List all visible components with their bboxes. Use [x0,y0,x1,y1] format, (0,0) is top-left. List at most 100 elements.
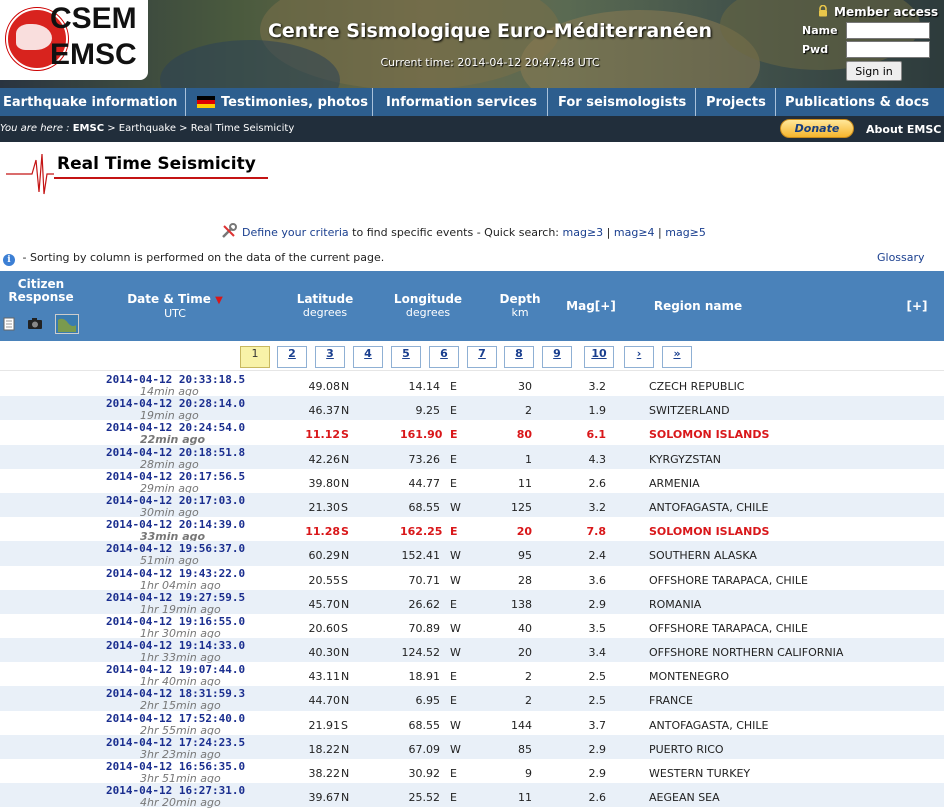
about-emsc-link[interactable]: About EMSC [866,123,941,136]
csem-emsc-logo[interactable]: CSEM EMSC [0,0,148,80]
map-thumbnail-icon[interactable] [55,314,79,334]
event-lat-hemisphere: S [341,621,348,635]
donate-button[interactable]: Donate [780,119,854,138]
event-region: SWITZERLAND [649,404,730,418]
nav-testimonies-photos[interactable]: Testimonies, photos [186,88,373,116]
table-row[interactable]: 2014-04-12 20:33:18.5 14min ago 49.08 N 14.1… [0,372,944,398]
col-region-name[interactable]: Region name [648,300,748,313]
table-row[interactable]: 2014-04-12 17:24:23.5 3hr 23min ago 18.22 N… [0,734,944,761]
event-lat-hemisphere: N [341,742,350,756]
table-row[interactable]: 2014-04-12 20:14:39.0 33min ago 11.28 S 162.… [0,517,944,543]
event-longitude: 70.89 [408,621,441,635]
separator: | [603,226,614,239]
define-criteria-link[interactable]: Define your criteria [242,226,349,239]
table-row[interactable]: 2014-04-12 19:14:33.0 1hr 33min ago 40.30 N… [0,638,944,664]
table-row[interactable]: 2014-04-12 19:07:44.0 1hr 40min ago 43.11 N… [0,662,944,688]
event-magnitude: 3.7 [588,718,607,732]
table-row[interactable]: 2014-04-12 20:28:14.0 19min ago 46.37 N 9.25… [0,396,944,422]
german-flag-icon [197,96,215,108]
page-link[interactable]: 3 [315,346,345,368]
event-latitude: 45.70 [308,597,341,611]
page-link[interactable]: » [662,346,692,368]
col-latitude[interactable]: Latitude degrees [288,293,362,320]
nav-projects[interactable]: Projects [696,88,776,116]
document-icon[interactable] [3,317,15,331]
event-lon-hemisphere: W [450,573,461,587]
event-region: FRANCE [649,694,693,708]
col-date-time[interactable]: Date & Time ▼ UTC [124,292,226,321]
page-link[interactable]: 8 [504,346,534,368]
event-latitude: 39.67 [308,791,341,805]
event-region: ARMENIA [649,476,700,490]
page-link[interactable]: 5 [391,346,421,368]
breadcrumb-emsc-link[interactable]: EMSC [73,123,104,134]
event-region: SOLOMON ISLANDS [649,525,770,539]
event-latitude: 20.60 [308,621,341,635]
quick-search-mag5[interactable]: mag≥5 [665,226,706,239]
event-lon-hemisphere: E [450,404,457,418]
table-row[interactable]: 2014-04-12 18:31:59.3 2hr 15min ago 44.70 N… [0,686,944,712]
camera-icon[interactable] [27,317,43,330]
event-magnitude: 3.5 [588,621,607,635]
event-region: OFFSHORE NORTHERN CALIFORNIA [649,646,844,660]
page-current[interactable]: 1 [240,346,270,368]
event-longitude: 68.55 [408,718,441,732]
page-link[interactable]: 2 [277,346,307,368]
col-magnitude[interactable]: Mag[+] [560,300,622,313]
sign-in-button[interactable]: Sign in [846,61,902,81]
col-depth-label: Depth [499,292,541,306]
table-row[interactable]: 2014-04-12 20:18:51.8 28min ago 42.26 N 73.2… [0,444,944,471]
page-link[interactable]: 7 [467,346,497,368]
col-depth[interactable]: Depth km [493,292,547,320]
event-longitude: 124.52 [401,646,441,660]
event-longitude: 6.95 [415,694,441,708]
nav-publications-docs[interactable]: Publications & docs [776,88,944,116]
page-link[interactable]: › [624,346,654,368]
nav-label: Publications & docs [785,94,930,110]
page-link[interactable]: 9 [542,346,572,368]
event-magnitude: 2.9 [588,767,607,780]
event-depth: 2 [525,670,532,684]
table-row[interactable]: 2014-04-12 19:43:22.0 1hr 04min ago 20.55 S… [0,566,944,592]
event-lon-hemisphere: E [450,452,457,466]
glossary-link[interactable]: Glossary [877,251,925,264]
criteria-bar: Define your criteria to find specific ev… [220,222,740,240]
quick-search-mag3[interactable]: mag≥3 [563,226,604,239]
breadcrumb-rest[interactable]: > Earthquake > Real Time Seismicity [104,123,294,134]
nav-for-seismologists[interactable]: For seismologists [548,88,696,116]
sort-note-text: - Sorting by column is performed on the … [19,251,385,264]
col-date-unit: UTC [164,307,186,320]
table-row[interactable]: 2014-04-12 17:52:40.0 2hr 55min ago 21.91 S… [0,711,944,737]
nav-earthquake-information[interactable]: Earthquake information [0,88,186,116]
page-link[interactable]: 10 [584,346,614,368]
event-region: KYRGYZSTAN [649,452,722,466]
table-row[interactable]: 2014-04-12 20:24:54.0 22min ago 11.12 S 161.… [0,420,944,446]
page-link[interactable]: 4 [353,346,383,368]
table-row[interactable]: 2014-04-12 19:56:37.0 51min ago 60.29 N 152.… [0,541,944,567]
table-row[interactable]: 2014-04-12 20:17:56.5 29min ago 39.80 N 44.7… [0,469,944,495]
quick-search-mag4[interactable]: mag≥4 [614,226,655,239]
event-lat-hemisphere: N [341,694,350,708]
event-magnitude: 2.9 [588,597,607,611]
event-latitude: 44.70 [308,694,341,708]
name-input[interactable] [846,22,930,39]
col-more-button[interactable]: [+] [900,300,934,313]
event-magnitude: 2.5 [588,694,607,708]
event-time-ago: 4hr 20min ago [140,796,221,809]
event-magnitude: 4.3 [588,452,607,466]
event-longitude: 67.09 [408,742,441,756]
event-latitude: 40.30 [308,646,341,660]
member-access-panel: Member access Name Pwd Sign in [800,2,944,86]
event-depth: 20 [518,646,532,660]
col-date-label: Date & Time [127,292,211,306]
table-row[interactable]: 2014-04-12 19:27:59.5 1hr 19min ago 45.70 N… [0,589,944,616]
event-magnitude: 2.6 [588,476,607,490]
table-row[interactable]: 2014-04-12 16:56:35.0 3hr 51min ago 38.22 N… [0,759,944,785]
page-link[interactable]: 6 [429,346,459,368]
nav-information-services[interactable]: Information services [373,88,548,116]
password-input[interactable] [846,41,930,58]
col-longitude[interactable]: Longitude degrees [388,293,468,320]
table-row[interactable]: 2014-04-12 20:17:03.0 30min ago 21.30 S 68.5… [0,492,944,519]
event-region: ROMANIA [649,597,702,611]
table-row[interactable]: 2014-04-12 19:16:55.0 1hr 30min ago 20.60 S… [0,614,944,640]
